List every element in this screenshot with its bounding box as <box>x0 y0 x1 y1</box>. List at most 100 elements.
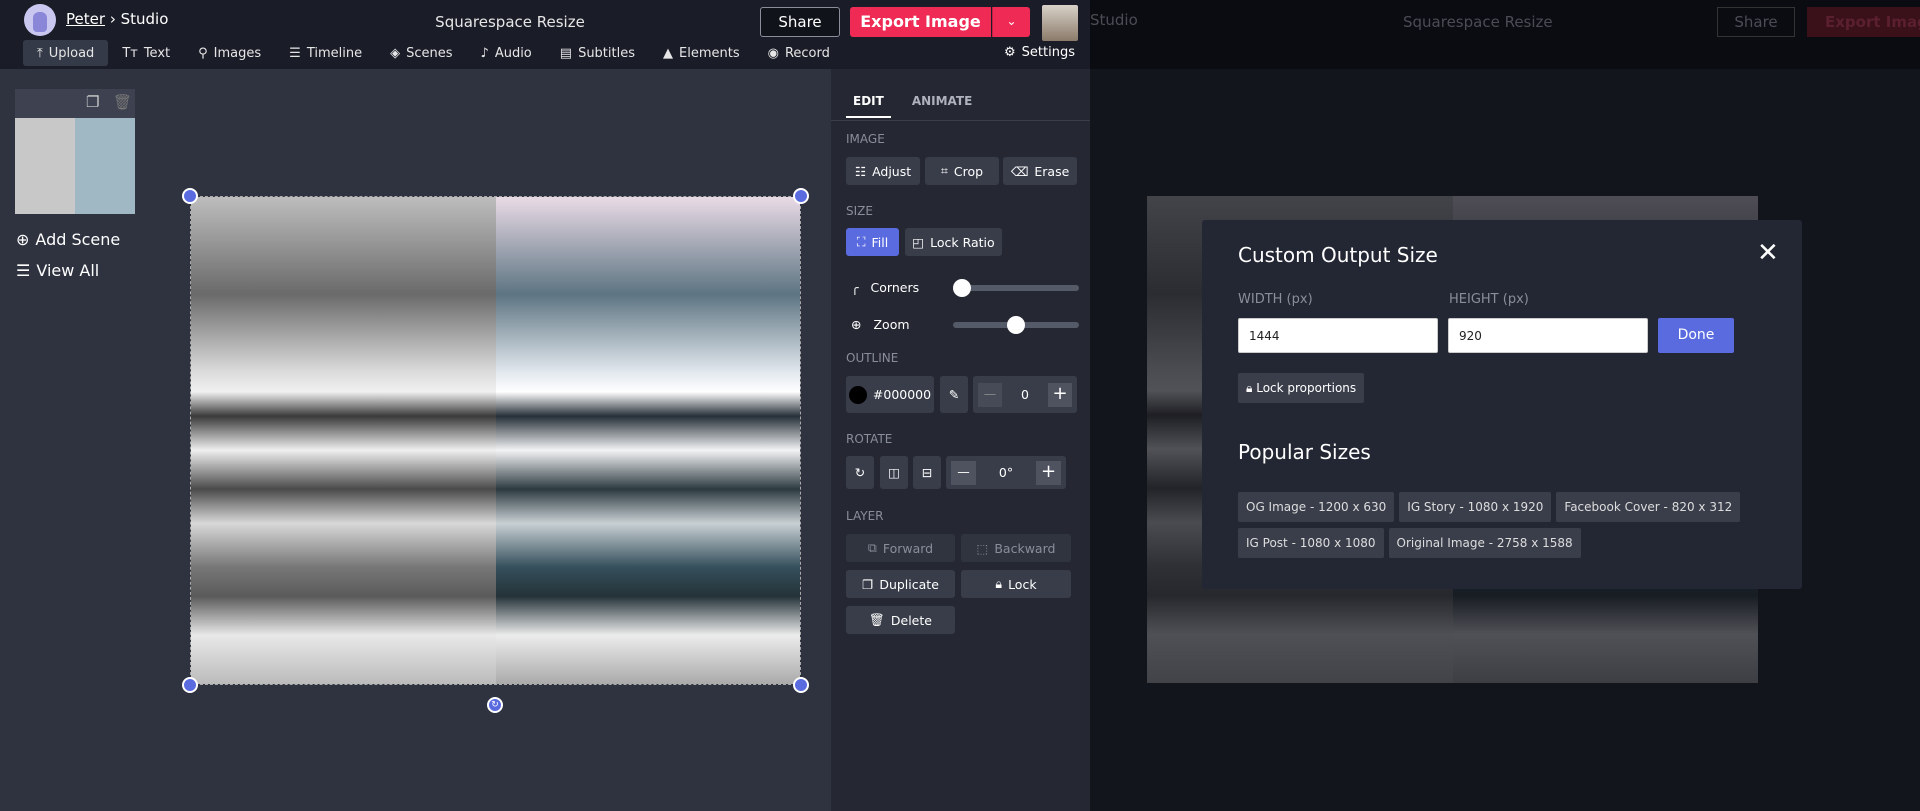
outline-color-button[interactable]: #000000 <box>846 376 934 413</box>
lock-icon: 🔒︎ <box>995 576 1003 591</box>
crop-icon: ⌗ <box>940 163 948 178</box>
rotation-value[interactable]: 0° <box>999 465 1013 480</box>
project-title[interactable]: Squarespace Resize <box>420 13 600 31</box>
copy-scene-icon[interactable]: ❐ <box>86 93 99 111</box>
duplicate-label: Duplicate <box>879 576 939 592</box>
outline-section-label: OUTLINE <box>846 351 899 365</box>
search-icon: ⚲ <box>198 45 208 61</box>
duplicate-button[interactable]: ❐ Duplicate <box>846 570 955 598</box>
resize-handle-top-right[interactable] <box>793 188 809 204</box>
tool-text[interactable]: Tт Text <box>108 40 184 66</box>
avatar[interactable] <box>24 4 56 36</box>
backward-button[interactable]: ⬚ Backward <box>961 534 1071 562</box>
corner-icon: ╭ <box>851 280 859 295</box>
breadcrumb-user-link[interactable]: Peter <box>66 10 105 28</box>
erase-button[interactable]: ⌫ Erase <box>1003 157 1077 185</box>
tool-timeline[interactable]: ☰ Timeline <box>275 40 376 66</box>
tool-label: Text <box>143 45 171 61</box>
crop-button[interactable]: ⌗ Crop <box>925 157 999 185</box>
tab-edit[interactable]: EDIT <box>846 94 891 118</box>
resize-handle-bottom-right[interactable] <box>793 677 809 693</box>
resize-handle-top-left[interactable] <box>182 188 198 204</box>
forward-button[interactable]: ⧉ Forward <box>846 534 955 562</box>
corners-label: ╭ Corners <box>851 280 919 295</box>
flip-horizontal-icon[interactable]: ◫ <box>880 456 908 489</box>
minus-icon[interactable]: — <box>951 460 976 485</box>
minus-icon[interactable]: — <box>978 382 1002 407</box>
lock-button[interactable]: 🔒︎ Lock <box>961 570 1071 598</box>
size-chip-og-image[interactable]: OG Image - 1200 x 630 <box>1238 492 1395 522</box>
settings-button[interactable]: ⚙ Settings <box>1004 45 1075 60</box>
add-scene-label: Add Scene <box>35 230 121 249</box>
lock-ratio-label: Lock Ratio <box>930 234 995 250</box>
tool-label: Timeline <box>306 45 363 61</box>
breadcrumb: Peter › Studio <box>66 10 168 28</box>
shapes-icon: ▲ <box>663 45 673 61</box>
size-chip-ig-story[interactable]: IG Story - 1080 x 1920 <box>1399 492 1552 522</box>
flip-vertical-icon[interactable]: ⊟ <box>913 456 941 489</box>
plus-icon[interactable]: + <box>1035 460 1061 485</box>
view-all-button[interactable]: ☰ View All <box>16 261 99 280</box>
tool-elements[interactable]: ▲ Elements <box>649 40 754 66</box>
fill-button[interactable]: ⛶ Fill <box>846 228 899 256</box>
tool-label: Record <box>784 45 830 61</box>
view-all-label: View All <box>36 261 100 280</box>
tab-animate[interactable]: ANIMATE <box>905 94 979 118</box>
tool-subtitles[interactable]: ▤ Subtitles <box>546 40 649 66</box>
eraser-icon: ⌫ <box>1010 163 1029 179</box>
backward-label: Backward <box>994 540 1056 556</box>
export-image-button[interactable]: Export Image <box>850 7 991 37</box>
size-section-label: SIZE <box>846 204 873 218</box>
trash-icon[interactable]: 🗑 <box>113 93 132 111</box>
eyedropper-icon[interactable]: ✎ <box>940 376 968 413</box>
color-swatch <box>848 385 867 404</box>
adjust-button[interactable]: ☷ Adjust <box>846 157 920 185</box>
lock-proportions-button[interactable]: 🔒︎ Lock proportions <box>1238 373 1365 403</box>
canvas-image[interactable] <box>190 196 801 685</box>
panel-tabs: EDIT ANIMATE <box>846 94 979 118</box>
tool-images[interactable]: ⚲ Images <box>184 40 275 66</box>
tool-scenes[interactable]: ◈ Scenes <box>376 40 466 66</box>
tool-upload[interactable]: ⤒ Upload <box>23 40 109 66</box>
export-options-chevron-down-icon[interactable]: ⌄ <box>992 7 1030 37</box>
corners-text: Corners <box>870 280 920 295</box>
user-profile-photo[interactable] <box>1042 5 1078 41</box>
scene-thumbnail-image <box>15 118 135 214</box>
divider <box>831 120 1090 121</box>
share-button[interactable]: Share <box>760 7 840 37</box>
bring-forward-icon: ⧉ <box>867 540 877 555</box>
plus-icon[interactable]: + <box>1047 382 1072 407</box>
send-backward-icon: ⬚ <box>976 540 989 556</box>
corners-slider-thumb[interactable] <box>953 279 971 297</box>
add-scene-button[interactable]: ⊕ Add Scene <box>16 230 120 249</box>
custom-output-size-modal: Custom Output Size ✕ WIDTH (px) HEIGHT (… <box>1202 220 1802 589</box>
tool-audio[interactable]: ♪ Audio <box>467 40 546 66</box>
outline-width-value[interactable]: 0 <box>1021 387 1029 402</box>
corners-slider[interactable] <box>953 285 1079 291</box>
size-chip-ig-post[interactable]: IG Post - 1080 x 1080 <box>1238 528 1384 558</box>
lock-label: Lock <box>1008 576 1037 592</box>
size-chip-facebook-cover[interactable]: Facebook Cover - 820 x 312 <box>1556 492 1741 522</box>
resize-handle-bottom-left[interactable] <box>182 677 198 693</box>
modal-title: Custom Output Size <box>1238 243 1438 267</box>
crop-label: Crop <box>953 163 984 179</box>
height-label: HEIGHT (px) <box>1449 292 1529 307</box>
expand-icon: ⛶ <box>856 234 866 249</box>
layer-section-label: LAYER <box>846 509 884 523</box>
tool-record[interactable]: ◉ Record <box>754 40 844 66</box>
zoom-slider-thumb[interactable] <box>1007 316 1025 334</box>
close-icon[interactable]: ✕ <box>1757 240 1779 266</box>
width-input[interactable]: 1444 <box>1238 318 1438 353</box>
zoom-label: ⊕ Zoom <box>851 317 910 332</box>
rotate-icon[interactable]: ↻ <box>846 456 874 489</box>
width-label: WIDTH (px) <box>1238 292 1313 307</box>
dimmed-share: Share <box>1717 7 1795 37</box>
plus-circle-icon: ⊕ <box>16 230 30 249</box>
lock-ratio-button[interactable]: ◰ Lock Ratio <box>905 228 1002 256</box>
delete-button[interactable]: 🗑︎ Delete <box>846 606 955 634</box>
rotate-handle-icon[interactable]: ↻ <box>487 697 503 713</box>
timeline-icon: ☰ <box>289 45 301 61</box>
height-input[interactable]: 920 <box>1448 318 1648 353</box>
size-chip-original-image[interactable]: Original Image - 2758 x 1588 <box>1388 528 1581 558</box>
done-button[interactable]: Done <box>1658 318 1734 353</box>
